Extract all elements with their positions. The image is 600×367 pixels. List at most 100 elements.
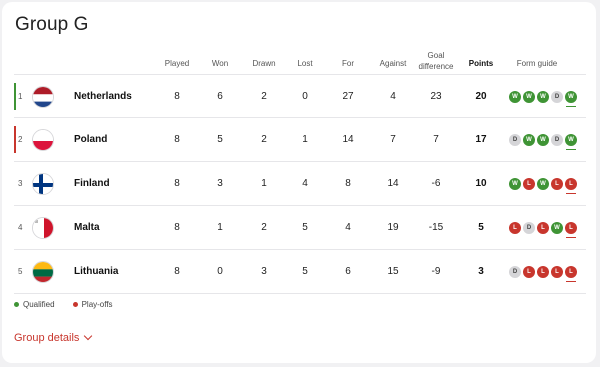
cell-drawn: 3 [261,266,267,277]
form-badge-loss[interactable]: L [523,266,535,278]
position: 4 [18,223,23,232]
cell-against: 19 [387,222,399,233]
legend-playoffs-label: Play-offs [81,300,113,309]
team-name[interactable]: Malta [74,206,100,250]
qualified-dot-icon [14,302,19,307]
team-name[interactable]: Lithuania [74,250,118,294]
cell-lost: 0 [302,91,308,102]
position: 2 [18,135,23,144]
cell-played: 8 [174,178,180,189]
form-badge-win[interactable]: W [509,91,521,103]
form-badge-draw[interactable]: D [509,266,521,278]
cell-won: 3 [217,178,223,189]
cell-against: 15 [387,266,399,277]
cell-won: 0 [217,266,223,277]
cell-played: 8 [174,266,180,277]
cell-points: 5 [478,222,484,233]
header-lost: Lost [297,59,313,68]
header-drawn: Drawn [252,59,276,68]
table-row[interactable]: 4 Malta 8 1 2 5 4 19 -15 5 L D L W L [14,206,586,250]
form-badge-loss[interactable]: L [537,266,549,278]
cell-played: 8 [174,134,180,145]
form-badge-win[interactable]: W [565,134,577,150]
header-won: Won [211,59,229,68]
cell-won: 6 [217,91,223,102]
team-name[interactable]: Netherlands [74,75,132,119]
play-offs-indicator [14,126,16,153]
cell-won: 1 [217,222,223,233]
cell-lost: 4 [302,178,308,189]
form-badge-win[interactable]: W [523,134,535,146]
team-name[interactable]: Finland [74,162,110,206]
form-badge-loss[interactable]: L [551,266,563,278]
cell-lost: 1 [302,134,308,145]
form-guide: WWWDW [509,75,577,119]
form-badge-loss[interactable]: L [537,222,549,234]
cell-lost: 5 [302,222,308,233]
form-badge-win[interactable]: W [565,91,577,107]
header-against: Against [379,59,407,68]
form-badge-win[interactable]: W [523,91,535,103]
form-guide: LDLWL [509,206,577,250]
table-row[interactable]: 3 Finland 8 3 1 4 8 14 -6 10 W L W L L [14,162,586,206]
form-guide: DWWDW [509,118,577,162]
header-points: Points [468,59,494,68]
netherlands-flag-icon [32,86,54,108]
form-badge-win[interactable]: W [509,178,521,190]
cell-against: 7 [390,134,396,145]
form-badge-win[interactable]: W [537,178,549,190]
cell-for: 27 [342,91,354,102]
cell-points: 20 [475,91,487,102]
chevron-down-icon [84,331,93,341]
malta-flag-icon [32,217,54,239]
form-badge-loss[interactable]: L [523,178,535,190]
cell-drawn: 2 [261,222,267,233]
form-badge-loss[interactable]: L [551,178,563,190]
table-row[interactable]: 1 Netherlands 8 6 2 0 27 4 23 20 W W W D W [14,74,586,118]
qualified-indicator [14,83,16,110]
cell-gd: -6 [431,178,441,189]
legend-playoffs: Play-offs [72,300,113,309]
form-badge-draw[interactable]: D [551,91,563,103]
form-guide: DLLLL [509,250,577,294]
team-name[interactable]: Poland [74,118,107,162]
cell-against: 4 [390,91,396,102]
cell-for: 8 [345,178,351,189]
form-guide: WLWLL [509,162,577,206]
table-row[interactable]: 2 Poland 8 5 2 1 14 7 7 17 D W W D W [14,118,586,162]
table-row[interactable]: 5 Lithuania 8 0 3 5 6 15 -9 3 D L L L L [14,250,586,294]
playoffs-dot-icon [72,302,78,307]
form-badge-draw[interactable]: D [551,134,563,146]
cell-for: 6 [345,266,351,277]
header-played: Played [164,59,190,68]
form-badge-draw[interactable]: D [509,134,521,146]
header-form-guide: Form guide [516,59,558,68]
group-details-link[interactable]: Group details [14,331,93,344]
cell-won: 5 [217,134,223,145]
position: 1 [18,92,23,101]
cell-points: 17 [475,134,487,145]
header-goal-difference-line1: Goal [427,51,445,60]
finland-flag-icon [32,173,54,195]
form-badge-loss[interactable]: L [565,178,577,194]
form-badge-win[interactable]: W [537,91,549,103]
cell-gd: 23 [430,91,442,102]
cell-gd: 7 [433,134,439,145]
group-standings-card: Group G Played Won Drawn Lost For Agains… [2,2,596,363]
cell-gd: -9 [431,266,441,277]
legend: Qualified Play-offs [14,300,113,309]
form-badge-loss[interactable]: L [565,222,577,238]
form-badge-win[interactable]: W [537,134,549,146]
cell-drawn: 2 [261,134,267,145]
form-badge-win[interactable]: W [551,222,563,234]
form-badge-draw[interactable]: D [523,222,535,234]
cell-gd: -15 [428,222,444,233]
cell-for: 4 [345,222,351,233]
cell-for: 14 [342,134,354,145]
cell-drawn: 2 [261,91,267,102]
form-badge-loss[interactable]: L [565,266,577,282]
cell-played: 8 [174,222,180,233]
header-for: For [342,59,354,68]
lithuania-flag-icon [32,261,54,283]
form-badge-loss[interactable]: L [509,222,521,234]
